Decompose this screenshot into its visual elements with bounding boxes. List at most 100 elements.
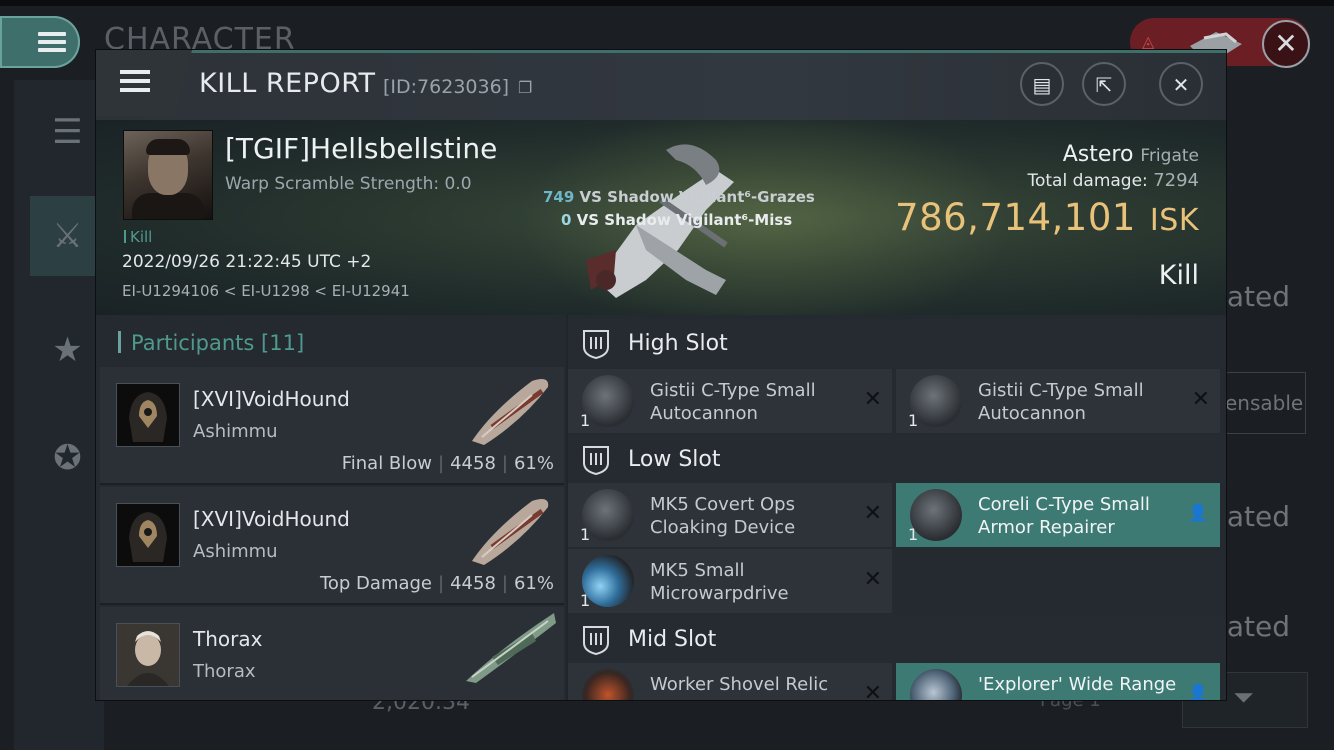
damage-amount: 0 <box>561 211 572 229</box>
participants-header: Participants [11] <box>118 331 304 355</box>
warp-scramble-strength: Warp Scramble Strength: 0.0 <box>225 174 472 194</box>
participant-name: [XVI]VoidHound <box>193 507 350 531</box>
total-damage-value: 7294 <box>1153 170 1199 191</box>
star-badge-icon[interactable]: ★ <box>30 310 105 390</box>
damage-text: VS Shadow Vigilant⁶-Miss <box>571 211 793 229</box>
background-button[interactable]: ensable <box>1224 372 1306 434</box>
report-id: [ID:7623036] <box>383 76 510 98</box>
participant-damage: 4458 <box>450 573 496 594</box>
background-sidebar <box>14 80 104 750</box>
item-quantity: 1 <box>908 525 919 544</box>
modal-title: KILL REPORT <box>199 68 376 99</box>
list-icon[interactable]: ☰ <box>30 92 105 172</box>
destroyed-icon: ✕ <box>863 387 882 412</box>
damage-line: 0 VS Shadow Vigilant⁶-Miss <box>561 211 792 229</box>
participant-avatar <box>116 503 180 567</box>
fitted-item[interactable]: 1 Gistii C-Type Small Autocannon ✕ <box>568 369 892 433</box>
item-quantity: 1 <box>580 411 591 430</box>
victim-portrait[interactable] <box>123 130 213 220</box>
kill-result: Kill <box>1158 260 1199 291</box>
damage-amount: 749 <box>543 188 575 206</box>
kill-location[interactable]: EI-U1294106 < EI-U1298 < EI-U12941 <box>122 282 410 300</box>
crossed-swords-icon[interactable]: ⚔ <box>30 196 105 276</box>
participant-stats: Final Blow | 4458 | 61% <box>341 453 554 474</box>
damage-text: VS Shadow Vigilant⁶-Grazes <box>574 188 815 206</box>
slot-header-low: Low Slot <box>568 435 1226 483</box>
close-icon: ✕ <box>1172 73 1190 97</box>
victim-name[interactable]: [TGIF]Hellsbellstine <box>225 132 497 165</box>
total-damage-label: Total damage: <box>1027 171 1148 191</box>
kill-tag-label: Kill <box>130 228 153 246</box>
fitted-item[interactable]: Worker Shovel Relic ✕ <box>568 663 892 700</box>
ship-name-text: Astero <box>1062 142 1134 167</box>
copy-icon[interactable]: ❐ <box>518 78 532 97</box>
isk-value: 786,714,101 ISK <box>895 196 1199 239</box>
mid-slot-icon <box>583 626 609 655</box>
participant-percent: 61% <box>513 453 554 474</box>
slot-label: High Slot <box>628 331 728 356</box>
fitted-item[interactable]: 1 Gistii C-Type Small Autocannon ✕ <box>896 369 1220 433</box>
participant-role: Final Blow <box>341 453 433 474</box>
slot-label: Mid Slot <box>628 627 717 652</box>
hamburger-icon <box>38 32 66 52</box>
kill-tag: Kill <box>124 228 152 246</box>
ship-name[interactable]: Astero Frigate <box>1063 142 1199 167</box>
total-damage: Total damage: 7294 <box>1028 170 1200 191</box>
isk-unit: ISK <box>1149 203 1199 238</box>
participant-ship-image <box>472 499 549 565</box>
participant-row[interactable]: [XVI]VoidHound Ashimmu Final Blow | 4458 | 6… <box>100 367 564 485</box>
item-quantity: 1 <box>908 411 919 430</box>
star-circle-icon[interactable]: ✪ <box>30 418 105 498</box>
low-slot-icon <box>583 446 609 475</box>
share-icon: ⇱ <box>1095 73 1113 97</box>
participant-percent: 61% <box>513 573 554 594</box>
alert-triangle-icon: ◬ <box>1142 32 1155 51</box>
participant-damage: 4458 <box>450 453 496 474</box>
kill-report-modal: KILL REPORT [ID:7623036] ❐ ▤ ⇱ ✕ [TGIF]H… <box>96 50 1226 700</box>
kill-summary: [TGIF]Hellsbellstine Warp Scramble Stren… <box>96 120 1226 315</box>
slot-label: Low Slot <box>628 447 721 472</box>
filter-icon: ⏷ <box>1233 683 1254 713</box>
background-button-label: ensable <box>1225 391 1304 415</box>
participant-name: [XVI]VoidHound <box>193 387 350 411</box>
participant-name: Thorax <box>193 627 263 651</box>
participant-row[interactable]: Thorax Thorax <box>100 607 564 700</box>
share-button[interactable]: ⇱ <box>1082 62 1126 106</box>
participant-row[interactable]: [XVI]VoidHound Ashimmu Top Damage | 4458 | 6… <box>100 487 564 605</box>
item-quantity: 1 <box>580 591 591 610</box>
destroyed-icon: ✕ <box>1191 387 1210 412</box>
main-menu-button[interactable] <box>0 16 80 68</box>
participant-ship-image <box>472 379 549 445</box>
participant-avatar <box>116 623 180 687</box>
fitted-item[interactable]: 1 MK5 Small Microwarpdrive ✕ <box>568 549 892 613</box>
fitting-panel: High Slot 1 Gistii C-Type Small Autocann… <box>568 315 1226 700</box>
item-name: MK5 Small Microwarpdrive <box>650 560 789 604</box>
participant-stats: Top Damage | 4458 | 61% <box>319 573 554 594</box>
participants-panel: Participants [11] [XVI]VoidHound Ashimmu… <box>96 315 566 700</box>
participant-ship-image <box>466 613 556 683</box>
participants-count: [11] <box>261 331 305 355</box>
participant-role: Top Damage <box>319 573 433 594</box>
fitted-item[interactable]: 'Explorer' Wide Range 👤 <box>896 663 1220 700</box>
damage-line: 749 VS Shadow Vigilant⁶-Grazes <box>543 188 815 206</box>
participant-ship: Ashimmu <box>193 421 278 442</box>
background-close-button[interactable]: ✕ <box>1262 20 1310 68</box>
kill-timestamp: 2022/09/26 21:22:45 UTC +2 <box>122 252 372 272</box>
relic-icon <box>582 669 634 700</box>
destroyed-icon: ✕ <box>863 681 882 700</box>
clipboard-button[interactable]: ▤ <box>1020 62 1064 106</box>
close-button[interactable]: ✕ <box>1159 62 1203 106</box>
fitted-item[interactable]: 1 Coreli C-Type Small Armor Repairer 👤 <box>896 483 1220 547</box>
destroyed-icon: ✕ <box>863 501 882 526</box>
slot-header-high: High Slot <box>568 319 1226 367</box>
hamburger-icon <box>120 70 150 94</box>
item-name: Coreli C-Type Small Armor Repairer <box>978 494 1150 538</box>
participant-ship: Ashimmu <box>193 541 278 562</box>
dropped-person-icon: 👤 <box>1188 503 1208 522</box>
isk-amount: 786,714,101 <box>895 196 1136 239</box>
item-name: 'Explorer' Wide Range <box>978 674 1177 695</box>
clipboard-icon: ▤ <box>1032 73 1052 97</box>
top-strip <box>0 0 1334 6</box>
scanner-icon <box>910 669 962 700</box>
fitted-item[interactable]: 1 MK5 Covert Ops Cloaking Device ✕ <box>568 483 892 547</box>
